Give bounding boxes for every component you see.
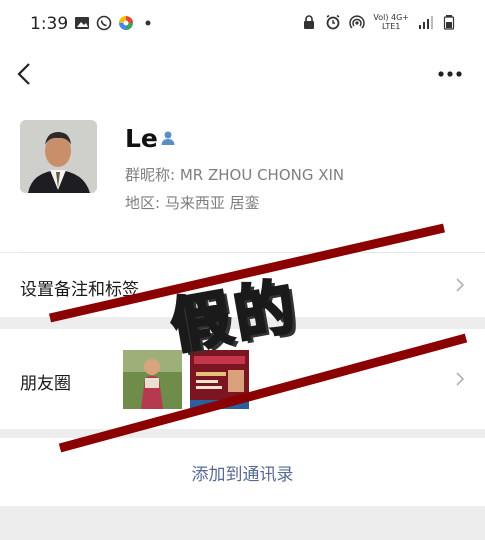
avatar[interactable] [20,120,97,193]
chevron-right-icon [456,372,465,386]
network-lte-label: LTE1 [381,22,401,31]
network-type-label: Vol) 4G+ LTE1 [373,13,409,31]
app-pinwheel-icon [119,16,133,30]
signal-strength-icon [419,16,433,29]
moment-photo-child [123,350,182,409]
more-notifications-dot-icon [145,20,151,26]
set-remark-tags-label: 设置备注和标签 [20,280,139,300]
network-volte-label: Vol) 4G+ [373,13,409,22]
moment-thumbnail[interactable] [123,350,182,409]
profile-card: Le 群昵称: MR ZHOU CHONG XIN 地区: 马来西亚 居銮 [0,96,485,252]
back-arrow-icon[interactable] [14,60,36,88]
add-to-contacts-button[interactable]: 添加到通讯录 [0,438,485,506]
region: 地区: 马来西亚 居銮 [125,194,260,212]
add-to-contacts-label: 添加到通讯录 [191,465,294,485]
chevron-right-icon [456,278,465,292]
status-bar: 1:39 Vol) 4G+ LTE1 [0,0,485,52]
nav-bar [0,52,485,96]
person-icon [161,131,175,145]
lock-icon [304,15,315,29]
battery-icon [443,15,455,30]
more-options-icon[interactable] [437,70,463,78]
status-notification-icons [74,15,156,31]
gallery-icon [75,17,89,29]
status-time: 1:39 [30,14,69,34]
avatar-photo [20,120,97,193]
status-system-icons: Vol) 4G+ LTE1 [301,13,457,31]
alarm-icon [326,14,340,30]
moments-label: 朋友圈 [20,374,71,394]
whatsapp-icon [96,15,112,31]
hotspot-icon [349,15,366,29]
group-nickname: 群昵称: MR ZHOU CHONG XIN [125,166,345,184]
contact-name: Le [125,124,158,153]
